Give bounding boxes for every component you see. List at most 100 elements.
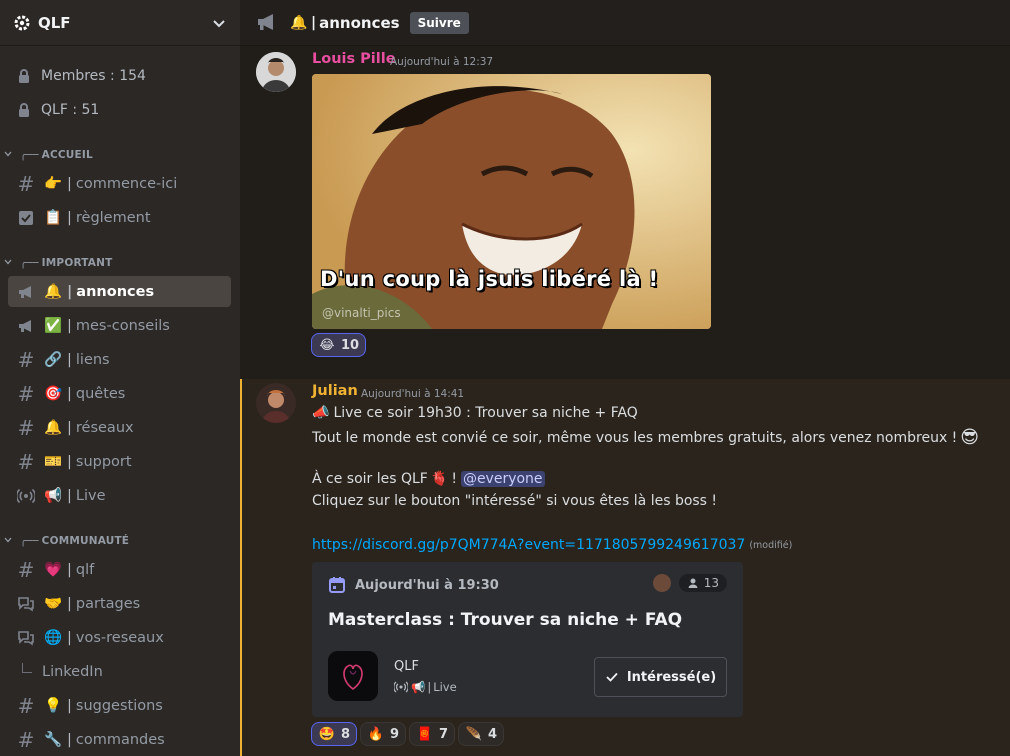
reaction-custom-red[interactable]: 🧧 7 — [409, 722, 456, 746]
channel-liens[interactable]: # 🔗 | liens — [8, 344, 231, 375]
channel-commence-ici[interactable]: # 👉 | commence-ici — [8, 168, 231, 199]
target-icon: 🎯 — [43, 386, 63, 402]
megaphone-icon — [16, 316, 36, 336]
chevron-down-icon[interactable] — [212, 16, 226, 30]
channel-qlf[interactable]: # 💗 | qlf — [8, 554, 231, 585]
channel-label: commence-ici — [75, 175, 178, 192]
category-label: COMMUNAUTÉ — [41, 535, 130, 547]
link-icon: 🔗 — [43, 352, 63, 368]
reaction-laughing[interactable]: 😂 10 — [311, 333, 367, 357]
bell-icon: 🔔 — [43, 420, 63, 436]
channel-label: mes-conseils — [75, 317, 170, 334]
gif-caption: D'un coup là jsuis libéré là ! — [320, 267, 659, 291]
interested-count[interactable]: 13 — [652, 574, 727, 592]
channel-annonces[interactable]: 🔔 | annonces — [8, 276, 231, 307]
interested-button[interactable]: Intéressé(e) — [594, 657, 727, 697]
event-title[interactable]: Masterclass : Trouver sa niche + FAQ — [328, 610, 682, 630]
channel-partages[interactable]: 🤝 | partages — [8, 588, 231, 619]
channel-quetes[interactable]: # 🎯 | quêtes — [8, 378, 231, 409]
category-communaute[interactable]: ╭── COMMUNAUTÉ — [4, 532, 129, 550]
channel-vos-reseaux[interactable]: 🌐 | vos-reseaux — [8, 622, 231, 653]
forum-icon — [16, 628, 36, 648]
bell-icon: 🔔 — [43, 284, 63, 300]
channel-label: qlf — [75, 561, 95, 578]
message-line: Cliquez sur le bouton "intéressé" si vou… — [312, 493, 717, 509]
reaction-count: 10 — [341, 337, 360, 353]
member-count-stat: Membres : 154 — [16, 66, 146, 86]
event-channel: 📢 | Live — [394, 680, 457, 694]
channel-commandes[interactable]: # 🔧 | commandes — [8, 724, 231, 755]
category-important[interactable]: ╭── IMPORTANT — [4, 254, 113, 272]
channel-live[interactable]: 📢 | Live — [8, 480, 231, 511]
fire-icon: 🔥 — [367, 726, 385, 742]
avatar[interactable] — [256, 52, 296, 92]
chat-area: 🔔 | annonces Suivre Louis Pille Aujourd'… — [240, 0, 1010, 756]
channel-mes-conseils[interactable]: ✅ | mes-conseils — [8, 310, 231, 341]
event-link[interactable]: https://discord.gg/p7QM774A?event=117180… — [312, 537, 745, 553]
channel-suggestions[interactable]: # 💡 | suggestions — [8, 690, 231, 721]
gif-embed[interactable]: D'un coup là jsuis libéré là ! @vinalti_… — [312, 74, 711, 329]
wrench-icon: 🔧 — [43, 732, 63, 748]
category-label: ACCUEIL — [41, 149, 93, 161]
avatar — [652, 574, 671, 592]
category-accueil[interactable]: ╭── ACCUEIL — [4, 146, 93, 164]
timestamp: Aujourd'hui à 14:41 — [361, 388, 465, 400]
megaphone-emoji-icon: 📣 — [312, 405, 330, 421]
megaphone-icon — [16, 282, 36, 302]
event-embed: Aujourd'hui à 19:30 13 Masterclass : Tro… — [312, 562, 743, 717]
channel-sidebar: QLF Membres : 154 QLF : 51 ╭── ACCUEIL #… — [0, 0, 240, 756]
thread-branch-icon — [22, 662, 32, 673]
hash-icon: # — [17, 347, 35, 372]
guild-header[interactable]: QLF — [0, 0, 240, 46]
channel-label: support — [75, 453, 132, 470]
reaction-count: 7 — [439, 726, 449, 742]
branch-icon: ╭── — [20, 149, 39, 161]
guild-icon — [328, 651, 378, 701]
loudspeaker-icon: 📢 — [411, 680, 426, 694]
custom-emoji-icon: 🪶 — [465, 726, 483, 742]
chevron-down-icon — [4, 149, 14, 161]
follow-button[interactable]: Suivre — [409, 11, 469, 34]
author-name[interactable]: Julian — [312, 383, 358, 399]
channel-reseaux[interactable]: # 🔔 | réseaux — [8, 412, 231, 443]
bell-icon: 🔔 — [290, 14, 308, 31]
hash-icon: # — [17, 557, 35, 582]
qlf-count-stat: QLF : 51 — [16, 100, 99, 120]
interested-count-text: 13 — [703, 576, 719, 590]
channel-label: annonces — [76, 283, 155, 300]
star-struck-icon: 🤩 — [318, 726, 336, 742]
event-channel-label: Live — [433, 680, 457, 694]
everyone-mention[interactable]: @everyone — [460, 471, 545, 487]
hash-icon: # — [17, 415, 35, 440]
reaction-star-struck[interactable]: 🤩 8 — [311, 722, 358, 746]
thread-label: LinkedIn — [42, 663, 103, 680]
edited-label: (modifié) — [749, 539, 793, 551]
sunglasses-emoji-icon: 😎 — [960, 427, 980, 448]
qlf-label: QLF : 51 — [41, 102, 100, 118]
channel-label: Live — [75, 487, 106, 504]
thread-linkedin[interactable]: LinkedIn — [8, 656, 231, 687]
reaction-count: 4 — [488, 726, 498, 742]
channel-label: réseaux — [75, 419, 134, 436]
reaction-custom-feather[interactable]: 🪶 4 — [458, 722, 505, 746]
message-text: À ce soir les QLF — [312, 471, 428, 487]
calendar-icon — [328, 576, 346, 594]
anatomical-heart-emoji-icon: 🫀 — [430, 471, 449, 487]
message-text: Live ce soir 19h30 : Trouver sa niche + … — [333, 405, 638, 421]
interested-button-label: Intéressé(e) — [626, 669, 717, 685]
event-date-text: Aujourd'hui à 19:30 — [355, 577, 499, 593]
channel-support[interactable]: # 🎫 | support — [8, 446, 231, 477]
author-name[interactable]: Louis Pille — [312, 51, 396, 67]
loudspeaker-icon: 📢 — [43, 488, 63, 504]
avatar[interactable] — [256, 383, 296, 423]
reaction-fire[interactable]: 🔥 9 — [360, 722, 407, 746]
gif-watermark: @vinalti_pics — [322, 306, 401, 320]
channel-header: 🔔 | annonces Suivre — [240, 0, 1010, 46]
message-line: À ce soir les QLF 🫀 ! @everyone — [312, 471, 545, 487]
lock-icon — [16, 68, 32, 84]
category-label: IMPORTANT — [41, 257, 113, 269]
event-date: Aujourd'hui à 19:30 — [328, 576, 499, 594]
channel-label: commandes — [75, 731, 165, 748]
branch-icon: ╭── — [20, 535, 39, 547]
channel-reglement[interactable]: 📋 | règlement — [8, 202, 231, 233]
